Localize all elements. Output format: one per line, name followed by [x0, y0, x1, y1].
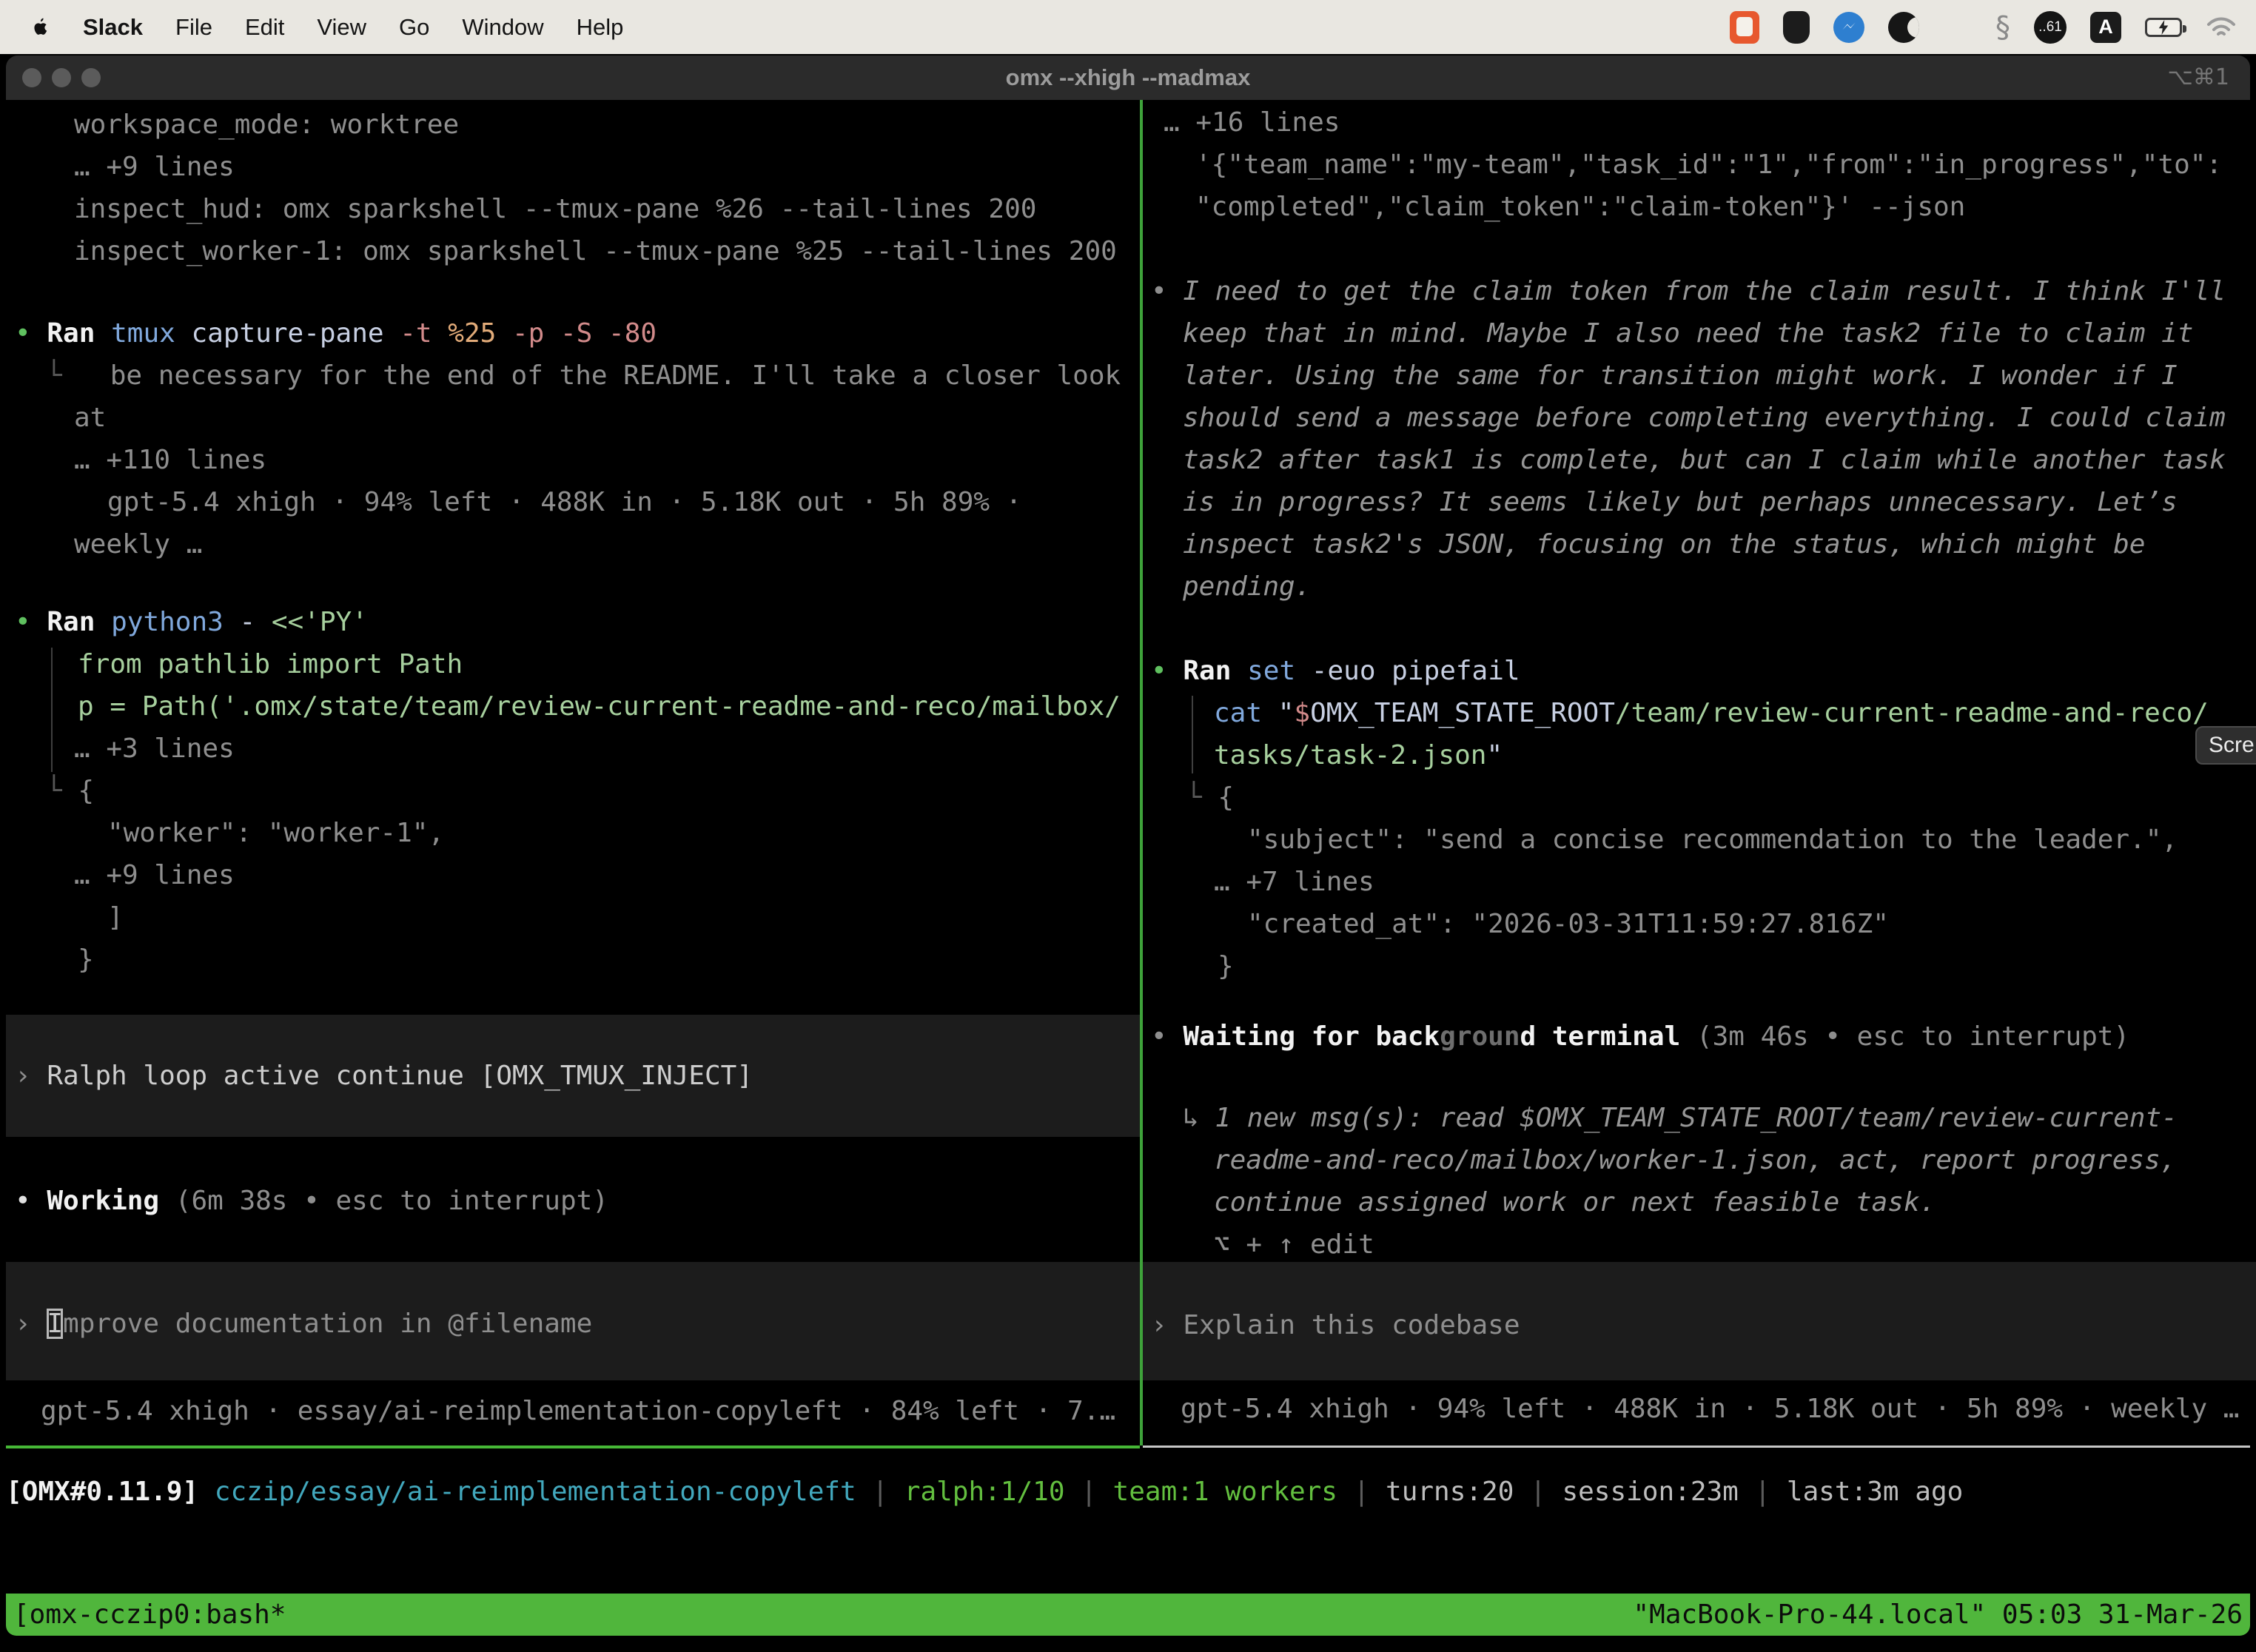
- terminal-line: is in progress? It seems likely but perh…: [1183, 481, 2178, 523]
- tmux-session-label: [omx-cczip0:bash*: [13, 1594, 286, 1636]
- terminal-line: ⌥ + ↑ edit: [1214, 1223, 1374, 1266]
- terminal-line: workspace_mode: worktree: [74, 104, 459, 146]
- terminal-line: └ be necessary for the end of the README…: [46, 355, 1121, 397]
- terminal-line: gpt-5.4 xhigh · 94% left · 488K in · 5.1…: [107, 481, 1021, 523]
- messenger-icon[interactable]: [1833, 12, 1864, 43]
- terminal-line: • Ran tmux capture-pane -t %25 -p -S -80: [15, 312, 657, 355]
- terminal-line: inspect task2's JSON, focusing on the st…: [1183, 523, 2145, 565]
- terminal-line: tasks/task-2.json": [1214, 734, 1503, 776]
- terminal-line: weekly …: [74, 523, 202, 565]
- terminal-line: … +9 lines: [74, 854, 235, 896]
- squiggle-icon[interactable]: §: [1995, 11, 2010, 44]
- input-source-icon[interactable]: A: [2090, 12, 2121, 43]
- terminal-line: readme-and-reco/mailbox/worker-1.json, a…: [1214, 1139, 2176, 1181]
- terminal-line: • Ran python3 - <<'PY': [15, 601, 368, 643]
- terminal-line: '{"team_name":"my-team","task_id":"1","f…: [1195, 144, 2222, 186]
- terminal-line: "completed","claim_token":"claim-token"}…: [1195, 186, 1965, 228]
- tmux-host-clock-label: "MacBook-Pro-44.local" 05:03 31-Mar-26: [1633, 1594, 2243, 1636]
- omx-status-line: [OMX#0.11.9] cczip/essay/ai-reimplementa…: [6, 1471, 2250, 1515]
- right-pane-bottom-border: [1143, 1446, 2250, 1448]
- wifi-icon[interactable]: [2206, 16, 2237, 39]
- terminal-line: gpt-5.4 xhigh · essay/ai-reimplementatio…: [41, 1390, 1115, 1432]
- menu-item-view[interactable]: View: [317, 14, 366, 41]
- battery-icon[interactable]: [2145, 18, 2182, 37]
- window-title: omx --xhigh --madmax: [6, 56, 2250, 100]
- terminal-line: [OMX#0.11.9] cczip/essay/ai-reimplementa…: [6, 1471, 1963, 1513]
- terminal-line: later. Using the same for transition mig…: [1183, 355, 2178, 397]
- screen-share-tooltip: Scre: [2195, 726, 2256, 765]
- window-shortcut-label: ⌥⌘1: [2167, 56, 2229, 100]
- terminal-line: p = Path('.omx/state/team/review-current…: [78, 685, 1121, 728]
- menu-item-edit[interactable]: Edit: [245, 14, 284, 41]
- terminal-line: … +3 lines: [74, 728, 235, 770]
- terminal-line: "subject": "send a concise recommendatio…: [1247, 819, 2178, 861]
- terminal-line: ↳ 1 new msg(s): read $OMX_TEAM_STATE_ROO…: [1183, 1097, 2178, 1139]
- menu-app-name[interactable]: Slack: [83, 14, 143, 41]
- terminal-line: › Improve documentation in @filename: [15, 1303, 592, 1345]
- terminal-line: }: [1218, 945, 1234, 987]
- terminal-line: continue assigned work or next feasible …: [1214, 1181, 1936, 1223]
- menu-item-go[interactable]: Go: [399, 14, 429, 41]
- right-pane[interactable]: … +16 lines'{"team_name":"my-team","task…: [1143, 100, 2256, 1446]
- window-titlebar[interactable]: omx --xhigh --madmax ⌥⌘1: [6, 56, 2250, 100]
- terminal-line: at: [74, 397, 106, 439]
- indent-guide: [51, 648, 53, 772]
- terminal-line: pending.: [1183, 565, 1311, 608]
- terminal-line: keep that in mind. Maybe I also need the…: [1183, 312, 2193, 355]
- recording-indicator-icon[interactable]: [1730, 11, 1759, 44]
- terminal-line: "created_at": "2026-03-31T11:59:27.816Z": [1247, 903, 1889, 945]
- terminal-line: • Ran set -euo pipefail: [1151, 650, 1520, 692]
- terminal-line: }: [78, 939, 94, 981]
- apple-menu-icon[interactable]: [31, 16, 50, 38]
- left-pane[interactable]: workspace_mode: worktree… +9 linesinspec…: [6, 100, 1140, 1446]
- screen: { "menu_bar": { "app_name": "Slack", "it…: [0, 0, 2256, 1652]
- menu-status-icons: § ..61 A: [1730, 11, 2256, 44]
- menu-item-window[interactable]: Window: [462, 14, 543, 41]
- terminal-line: • Waiting for background terminal (3m 46…: [1151, 1015, 2129, 1058]
- terminal-line: from pathlib import Path: [78, 643, 463, 685]
- terminal-line: should send a message before completing …: [1183, 397, 2226, 439]
- terminal-line: ]: [107, 896, 124, 939]
- pane-divider[interactable]: [1140, 100, 1143, 1446]
- terminal-line: inspect_hud: omx sparkshell --tmux-pane …: [74, 188, 1036, 230]
- terminal-line: cat "$OMX_TEAM_STATE_ROOT/team/review-cu…: [1214, 692, 2209, 734]
- terminal-line: • Working (6m 38s • esc to interrupt): [15, 1180, 608, 1222]
- password-manager-icon[interactable]: [1783, 11, 1810, 44]
- terminal-line: "worker": "worker-1",: [107, 812, 444, 854]
- terminal-line: inspect_worker-1: omx sparkshell --tmux-…: [74, 230, 1117, 272]
- terminal-line: … +7 lines: [1214, 861, 1374, 903]
- terminal-line: › Explain this codebase: [1151, 1304, 1520, 1346]
- menu-item-file[interactable]: File: [175, 14, 212, 41]
- terminal-line: … +110 lines: [74, 439, 266, 481]
- left-pane-bottom-border: [6, 1446, 1140, 1448]
- terminal-line: • I need to get the claim token from the…: [1151, 270, 2226, 312]
- terminal-line: └ {: [1186, 776, 1234, 819]
- menu-bar: Slack File Edit View Go Window Help § ..…: [0, 0, 2256, 54]
- tmux-status-bar: [omx-cczip0:bash* "MacBook-Pro-44.local"…: [6, 1594, 2250, 1636]
- terminal-line: gpt-5.4 xhigh · 94% left · 488K in · 5.1…: [1181, 1388, 2239, 1430]
- terminal-line: › Ralph loop active continue [OMX_TMUX_I…: [15, 1055, 753, 1097]
- indent-guide: [1192, 696, 1193, 773]
- terminal-line: task2 after task1 is complete, but can I…: [1183, 439, 2226, 481]
- badge-61-icon[interactable]: ..61: [2034, 11, 2067, 44]
- terminal-line: … +16 lines: [1164, 101, 1340, 144]
- terminal-line: └ {: [46, 770, 94, 812]
- terminal-line: … +9 lines: [74, 146, 235, 188]
- menu-item-help[interactable]: Help: [577, 14, 624, 41]
- moon-app-icon[interactable]: [1888, 12, 1919, 43]
- dots-grid-icon[interactable]: [1943, 13, 1972, 41]
